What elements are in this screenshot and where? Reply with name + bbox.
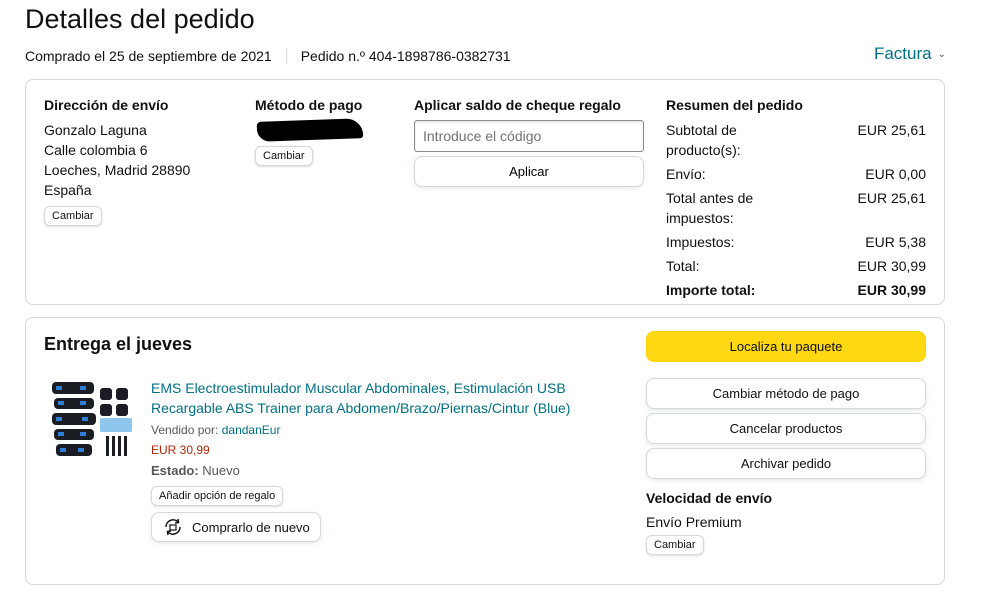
summary-heading: Resumen del pedido [666, 97, 803, 113]
summary-value: EUR 25,61 [857, 122, 926, 138]
sold-by-label: Vendido por: [151, 423, 219, 437]
shipping-heading: Dirección de envío [44, 97, 169, 113]
apply-button[interactable]: Aplicar [414, 156, 644, 187]
summary-label: Importe total: [666, 282, 756, 298]
address-line: Gonzalo Laguna [44, 122, 147, 138]
product-title-link[interactable]: EMS Electroestimulador Muscular Abdomina… [151, 378, 601, 418]
cancel-items-button[interactable]: Cancelar productos [646, 413, 926, 444]
add-gift-option-button[interactable]: Añadir opción de regalo [151, 486, 284, 506]
order-details-panel: Dirección de envío Gonzalo Laguna Calle … [25, 79, 945, 305]
delivery-panel: Entrega el jueves EMS Electroestimulador… [25, 317, 945, 585]
change-shipping-speed-button[interactable]: Cambiar [646, 535, 704, 555]
summary-row: Impuestos: EUR 5,38 [666, 232, 926, 252]
gift-card-section: Aplicar saldo de cheque regalo Aplicar [414, 96, 654, 187]
order-number: Pedido n.º 404-1898786-0382731 [300, 48, 511, 64]
summary-label: Total antes de impuestos: [666, 190, 754, 226]
address-line: Calle colombia 6 [44, 142, 148, 158]
summary-row: Subtotal de producto(s): EUR 25,61 [666, 120, 926, 160]
condition-value: Nuevo [202, 463, 240, 478]
change-payment-method-button[interactable]: Cambiar método de pago [646, 378, 926, 409]
order-actions: Localiza tu paquete Cambiar método de pa… [646, 331, 926, 555]
product-info: EMS Electroestimulador Muscular Abdomina… [151, 378, 601, 543]
sold-by: Vendido por: dandanEur [151, 422, 601, 438]
refresh-cart-icon [165, 518, 181, 536]
purchase-date: Comprado el 25 de septiembre de 2021 [25, 48, 272, 64]
divider [285, 49, 287, 63]
summary-label: Envío: [666, 166, 706, 182]
shipping-speed-value: Envío Premium [646, 514, 742, 530]
summary-row: Envío: EUR 0,00 [666, 164, 926, 184]
product-condition: Estado: Nuevo [151, 462, 601, 480]
buy-again-button[interactable]: Comprarlo de nuevo [151, 512, 321, 542]
invoice-dropdown[interactable]: Factura ⌄ [874, 44, 946, 64]
track-package-button[interactable]: Localiza tu paquete [646, 331, 926, 362]
condition-label: Estado: [151, 463, 199, 478]
summary-value: EUR 5,38 [865, 234, 926, 250]
summary-label: Subtotal de producto(s): [666, 122, 741, 158]
change-payment-button[interactable]: Cambiar [255, 146, 313, 166]
summary-value: EUR 30,99 [857, 258, 926, 274]
seller-link[interactable]: dandanEur [222, 423, 281, 437]
address-line: España [44, 182, 92, 198]
shipping-speed-heading: Velocidad de envío [646, 490, 773, 506]
summary-row: Total: EUR 30,99 [666, 256, 926, 276]
summary-row-grand-total: Importe total: EUR 30,99 [666, 280, 926, 300]
payment-method-section: Método de pago Cambiar [255, 96, 385, 166]
change-address-button[interactable]: Cambiar [44, 206, 102, 226]
buy-again-label: Comprarlo de nuevo [192, 519, 310, 535]
summary-label: Impuestos: [666, 234, 735, 250]
delivery-title: Entrega el jueves [44, 334, 193, 354]
payment-heading: Método de pago [255, 97, 363, 113]
summary-label: Total: [666, 258, 700, 274]
address-line: Loeches, Madrid 28890 [44, 162, 191, 178]
order-summary-section: Resumen del pedido Subtotal de producto(… [666, 96, 926, 304]
product-price: EUR 30,99 [151, 443, 210, 457]
invoice-label: Factura [873, 44, 932, 63]
order-meta: Comprado el 25 de septiembre de 2021 Ped… [25, 48, 511, 64]
page-title: Detalles del pedido [25, 4, 255, 34]
summary-row: Total antes de impuestos: EUR 25,61 [666, 188, 926, 228]
summary-value: EUR 0,00 [865, 166, 926, 182]
summary-value: EUR 25,61 [857, 190, 926, 206]
shipping-address-section: Dirección de envío Gonzalo Laguna Calle … [44, 96, 244, 226]
summary-value: EUR 30,99 [857, 282, 926, 298]
product-image[interactable] [50, 380, 140, 468]
chevron-down-icon: ⌄ [937, 48, 946, 60]
gift-code-input[interactable] [414, 120, 644, 152]
archive-order-button[interactable]: Archivar pedido [646, 448, 926, 479]
redacted-payment-info [256, 118, 364, 142]
gift-card-heading: Aplicar saldo de cheque regalo [414, 97, 621, 113]
